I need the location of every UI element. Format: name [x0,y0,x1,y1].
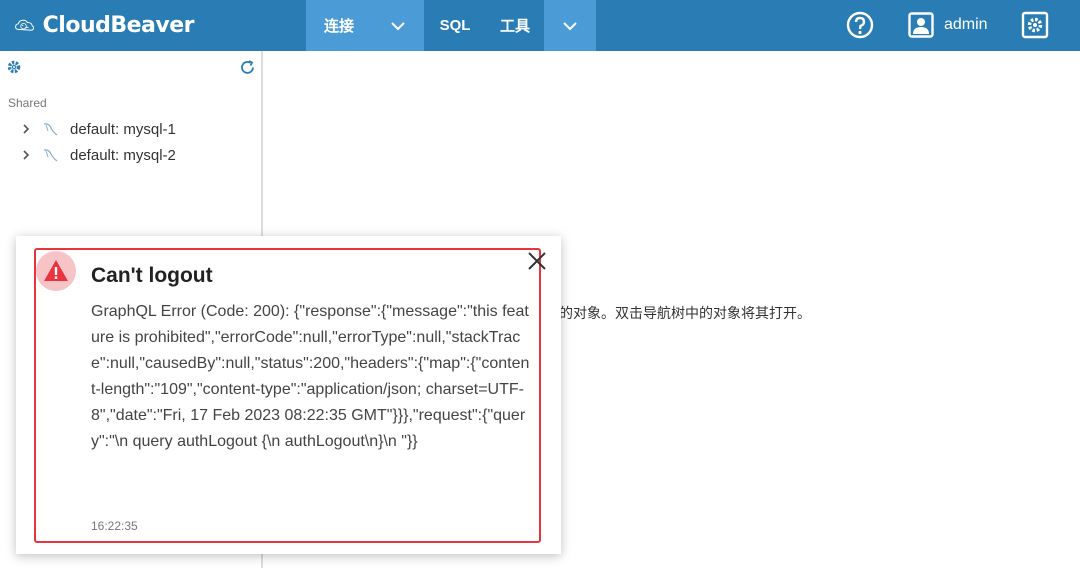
warning-icon [44,260,68,281]
main-nav: 连接 SQL 工具 [306,0,596,51]
gear-icon[interactable] [6,59,22,75]
chevron-right-icon[interactable] [20,123,32,135]
mysql-icon [43,123,58,136]
help-icon[interactable] [846,11,874,39]
nav-sql[interactable]: SQL [424,0,486,51]
mysql-icon [43,149,58,162]
nav-tools[interactable]: 工具 [486,0,544,51]
top-bar: CloudBeaver 连接 SQL 工具 admin [0,0,1080,51]
chevron-down-icon [563,21,577,30]
chevron-right-icon[interactable] [20,149,32,161]
tree-item-label: default: mysql-1 [70,120,176,138]
user-avatar-icon [908,12,934,38]
nav-connect[interactable]: 连接 [306,0,372,51]
nav-connect-dropdown[interactable] [372,0,424,51]
user-menu[interactable]: admin [908,12,988,38]
user-name: admin [944,16,988,33]
chevron-down-icon [391,21,405,30]
nav-tools-dropdown[interactable] [544,0,596,51]
tree-item-connection[interactable]: default: mysql-2 [20,144,176,166]
tree-item-label: default: mysql-2 [70,146,176,164]
tree-item-connection[interactable]: default: mysql-1 [20,118,176,140]
notification-timestamp: 16:22:35 [91,519,138,533]
logo[interactable]: CloudBeaver [14,6,195,44]
close-icon[interactable] [526,250,548,272]
logo-text: CloudBeaver [42,12,195,38]
refresh-icon[interactable] [239,59,256,76]
notification-title: Can't logout [91,264,213,287]
notification-message: GraphQL Error (Code: 200): {"response":{… [91,303,530,450]
main-hint-text: 示的对象。双击导航树中的对象将其打开。 [545,305,811,321]
beaver-logo-icon [15,19,35,31]
warning-badge [36,251,76,291]
section-shared-label: Shared [8,96,47,110]
settings-gear-icon[interactable] [1021,11,1049,39]
